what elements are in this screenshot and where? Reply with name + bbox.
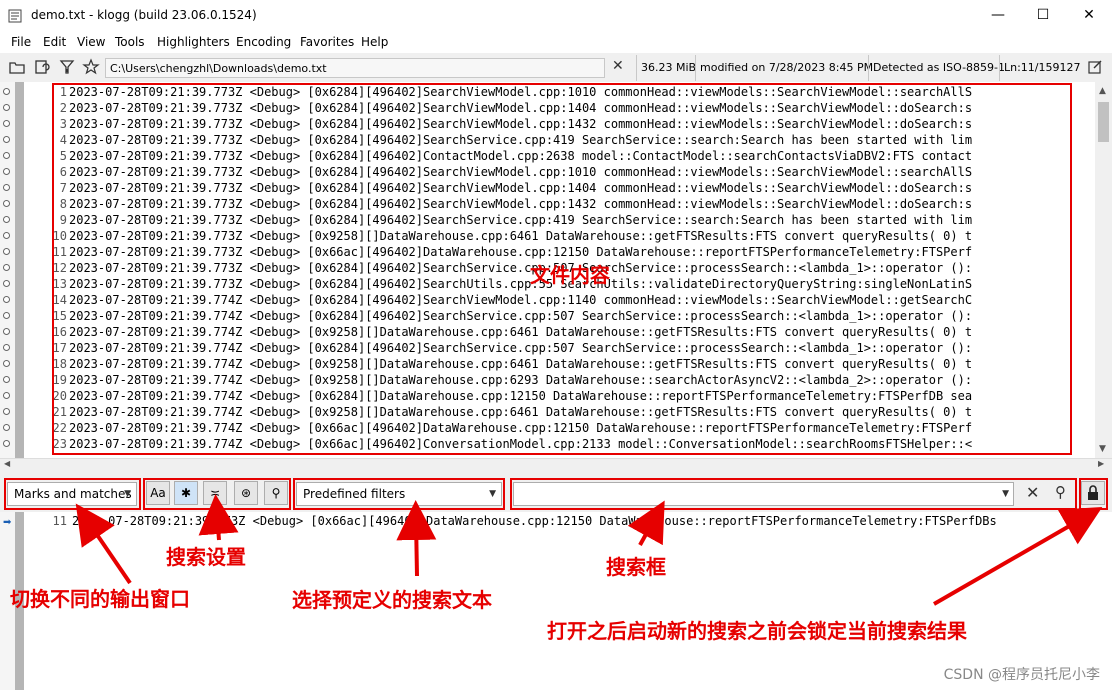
annotation-lock: 打开之后启动新的搜索之前会锁定当前搜索结果 [547, 619, 967, 643]
annotation-switch-output: 切换不同的输出窗口 [10, 587, 190, 611]
annotation-predefined: 选择预定义的搜索文本 [292, 588, 492, 612]
arrow-lock [933, 507, 1103, 606]
arrow-search-box [627, 500, 665, 546]
watermark: CSDN @程序员托尼小李 [943, 667, 1100, 683]
arrow-output-select [75, 503, 132, 585]
annotation-search-box: 搜索框 [606, 555, 666, 579]
arrow-search-settings [198, 494, 239, 541]
annotation-search-settings: 搜索设置 [166, 545, 246, 569]
arrow-predefined [396, 500, 437, 577]
